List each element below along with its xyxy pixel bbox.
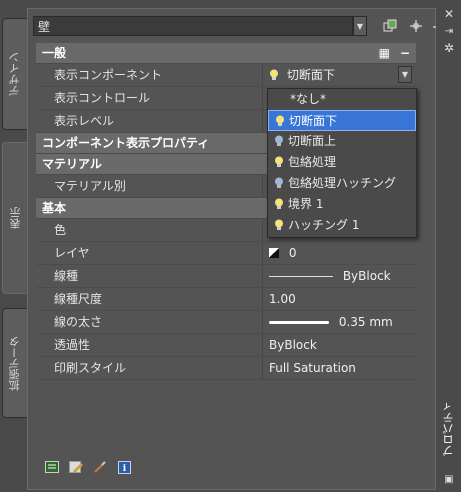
svg-text:i: i bbox=[122, 464, 126, 474]
dropdown-item-selected[interactable]: 切断面下 bbox=[268, 110, 416, 131]
row-linetype-scale: 線種尺度 1.00 bbox=[36, 288, 416, 311]
display-level-label: 表示レベル bbox=[54, 114, 115, 128]
tab-display-label: 表示 bbox=[9, 207, 22, 229]
lineweight-sample bbox=[269, 321, 329, 324]
tab-design[interactable]: デザイン bbox=[2, 18, 27, 130]
layer-label: レイヤ bbox=[54, 246, 90, 260]
bulb-off-icon bbox=[274, 177, 284, 189]
palette-title: プロパティ bbox=[438, 388, 460, 468]
row-linetype: 線種 ByBlock bbox=[36, 265, 416, 288]
properties-palette: デザイン 表示 拡張データ 壁 ▼ 一般 ▦ − 表示コンポーネント 切断面下 … bbox=[0, 0, 461, 492]
chevron-down-icon[interactable]: ▼ bbox=[398, 66, 412, 83]
close-icon[interactable]: ✕ bbox=[442, 8, 456, 20]
dropdown-item[interactable]: 包絡処理ハッチング bbox=[268, 173, 416, 194]
display-component-label: 表示コンポーネント bbox=[54, 68, 163, 82]
add-selected-icon[interactable] bbox=[44, 459, 60, 475]
select-objects-icon[interactable] bbox=[407, 17, 425, 35]
layer-value-text: 0 bbox=[288, 246, 297, 260]
dropdown-item[interactable]: 包絡処理 bbox=[268, 152, 416, 173]
dropdown-item[interactable]: ハッチング 1 bbox=[268, 215, 416, 236]
palette-icon: ▣ bbox=[444, 474, 454, 485]
plot-style-label: 印刷スタイル bbox=[54, 361, 127, 375]
lineweight-label: 線の太さ bbox=[54, 315, 103, 329]
tab-display[interactable]: 表示 bbox=[2, 142, 29, 294]
row-lineweight: 線の太さ 0.35 mm bbox=[36, 311, 416, 334]
layer-value[interactable]: 0 bbox=[262, 242, 414, 264]
row-plot-style: 印刷スタイル Full Saturation bbox=[36, 357, 416, 380]
properties-panel: 壁 ▼ 一般 ▦ − 表示コンポーネント 切断面下 ▼ 表示コントロール 表示レ… bbox=[27, 8, 445, 490]
linetype-sample bbox=[269, 276, 333, 277]
chevron-down-icon[interactable]: ▼ bbox=[353, 16, 367, 36]
row-transparency: 透過性 ByBlock bbox=[36, 334, 416, 357]
category-basic-label: 基本 bbox=[42, 201, 67, 215]
category-component-properties-label: コンポーネント表示プロパティ bbox=[42, 136, 210, 150]
bulb-icon bbox=[275, 115, 285, 127]
plot-style-value[interactable]: Full Saturation bbox=[262, 357, 414, 379]
row-display-component: 表示コンポーネント 切断面下 ▼ bbox=[36, 64, 416, 87]
linetype-scale-label: 線種尺度 bbox=[54, 292, 103, 306]
lineweight-value[interactable]: 0.35 mm bbox=[262, 311, 414, 333]
category-material-label: マテリアル bbox=[42, 157, 102, 171]
object-type-select[interactable]: 壁 bbox=[33, 16, 353, 36]
bulb-icon bbox=[274, 156, 284, 168]
transparency-label: 透過性 bbox=[54, 338, 91, 352]
match-properties-icon[interactable] bbox=[92, 459, 108, 475]
quick-select-icon[interactable] bbox=[381, 17, 399, 35]
category-general[interactable]: 一般 ▦ − bbox=[36, 43, 416, 64]
bulb-icon bbox=[274, 198, 284, 210]
linetype-value-text: ByBlock bbox=[342, 269, 391, 283]
tab-design-label: デザイン bbox=[8, 52, 21, 96]
linetype-value[interactable]: ByBlock bbox=[262, 265, 414, 287]
layer-color-icon bbox=[269, 248, 279, 258]
bulb-icon bbox=[269, 69, 279, 81]
display-component-value: 切断面下 bbox=[286, 68, 335, 82]
tab-extended-data-label: 拡張データ bbox=[8, 335, 21, 391]
autohide-icon[interactable]: ⇥ bbox=[442, 26, 456, 38]
calculator-icon[interactable]: ▦ bbox=[379, 43, 390, 63]
info-icon[interactable]: i bbox=[116, 459, 132, 475]
material-by-label: マテリアル別 bbox=[54, 179, 126, 193]
transparency-value[interactable]: ByBlock bbox=[262, 334, 414, 356]
lineweight-value-text: 0.35 mm bbox=[338, 315, 393, 329]
bottom-toolbar: i bbox=[44, 459, 132, 475]
dropdown-item[interactable]: *なし* bbox=[268, 89, 416, 110]
bulb-icon bbox=[274, 219, 284, 231]
display-component-field[interactable]: 切断面下 ▼ bbox=[262, 64, 414, 86]
row-layer: レイヤ 0 bbox=[36, 242, 416, 265]
display-control-label: 表示コントロール bbox=[54, 91, 151, 105]
tab-extended-data[interactable]: 拡張データ bbox=[2, 308, 27, 418]
toolbar: 壁 ▼ bbox=[33, 16, 445, 38]
dropdown-item[interactable]: 境界 1 bbox=[268, 194, 416, 215]
gear-icon[interactable]: ✲ bbox=[442, 42, 456, 54]
linetype-label: 線種 bbox=[54, 269, 79, 283]
palette-title-bar[interactable]: ✕ ⇥ ✲ プロパティ ▣ bbox=[436, 0, 461, 492]
collapse-icon[interactable]: − bbox=[400, 43, 410, 63]
dropdown-item[interactable]: 切断面上 bbox=[268, 131, 416, 152]
edit-style-icon[interactable] bbox=[68, 459, 84, 475]
linetype-scale-value[interactable]: 1.00 bbox=[262, 288, 414, 310]
category-general-label: 一般 bbox=[42, 46, 67, 60]
bulb-off-icon bbox=[274, 135, 284, 147]
display-component-dropdown: *なし* 切断面下 切断面上 包絡処理 包絡処理ハッチング 境界 1 ハッチング… bbox=[267, 88, 417, 238]
palette-title-text: プロパティ bbox=[442, 400, 455, 456]
color-label: 色 bbox=[54, 223, 67, 237]
